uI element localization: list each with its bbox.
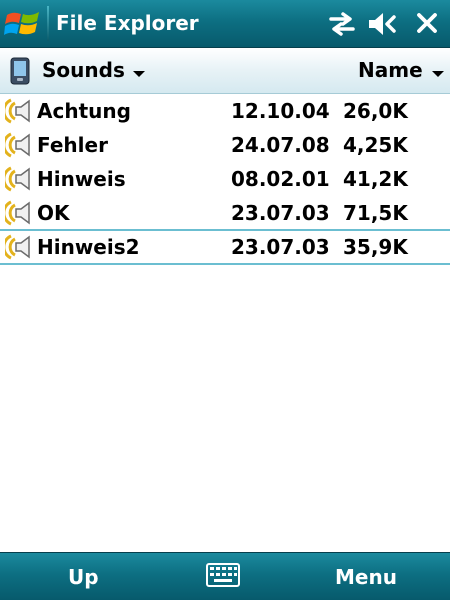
sort-dropdown[interactable]: Name bbox=[358, 58, 423, 82]
file-row[interactable]: OK 23.07.03 71,5K bbox=[0, 196, 450, 230]
file-row[interactable]: Fehler 24.07.08 4,25K bbox=[0, 128, 450, 162]
keyboard-icon[interactable] bbox=[206, 563, 240, 587]
sort-chevron-down-icon[interactable] bbox=[432, 71, 444, 77]
volume-muted-icon[interactable] bbox=[366, 10, 398, 38]
file-row[interactable]: Achtung 12.10.04 26,0K bbox=[0, 94, 450, 128]
file-date: 24.07.08 bbox=[231, 133, 330, 157]
menu-softkey[interactable]: Menu bbox=[335, 565, 397, 589]
file-name: Fehler bbox=[37, 133, 108, 157]
file-name: OK bbox=[37, 201, 70, 225]
sound-file-icon bbox=[5, 166, 30, 192]
file-name: Hinweis bbox=[37, 167, 126, 191]
file-name: Achtung bbox=[37, 99, 131, 123]
file-date: 08.02.01 bbox=[231, 167, 330, 191]
file-row-selected[interactable]: Hinweis2 23.07.03 35,9K bbox=[0, 229, 450, 265]
close-icon[interactable] bbox=[416, 12, 438, 34]
connectivity-icon[interactable] bbox=[327, 10, 357, 38]
file-date: 23.07.03 bbox=[231, 201, 330, 225]
title-separator bbox=[47, 6, 49, 41]
sound-file-icon bbox=[5, 234, 30, 260]
sound-file-icon bbox=[5, 132, 30, 158]
up-softkey[interactable]: Up bbox=[68, 565, 99, 589]
folder-chevron-down-icon[interactable] bbox=[133, 71, 145, 77]
softkey-bar: Up Menu bbox=[0, 552, 450, 600]
location-bar: Sounds Name bbox=[0, 48, 450, 94]
device-icon bbox=[10, 57, 30, 85]
file-size: 35,9K bbox=[343, 235, 408, 259]
file-name: Hinweis2 bbox=[37, 235, 140, 259]
title-bar: File Explorer bbox=[0, 0, 450, 48]
folder-dropdown[interactable]: Sounds bbox=[42, 58, 125, 82]
windows-start-icon[interactable] bbox=[4, 6, 42, 42]
file-size: 4,25K bbox=[343, 133, 408, 157]
file-row[interactable]: Hinweis 08.02.01 41,2K bbox=[0, 162, 450, 196]
sound-file-icon bbox=[5, 200, 30, 226]
file-size: 41,2K bbox=[343, 167, 408, 191]
file-size: 71,5K bbox=[343, 201, 408, 225]
file-date: 23.07.03 bbox=[231, 235, 330, 259]
sound-file-icon bbox=[5, 98, 30, 124]
file-size: 26,0K bbox=[343, 99, 408, 123]
file-date: 12.10.04 bbox=[231, 99, 330, 123]
app-title: File Explorer bbox=[56, 11, 199, 35]
